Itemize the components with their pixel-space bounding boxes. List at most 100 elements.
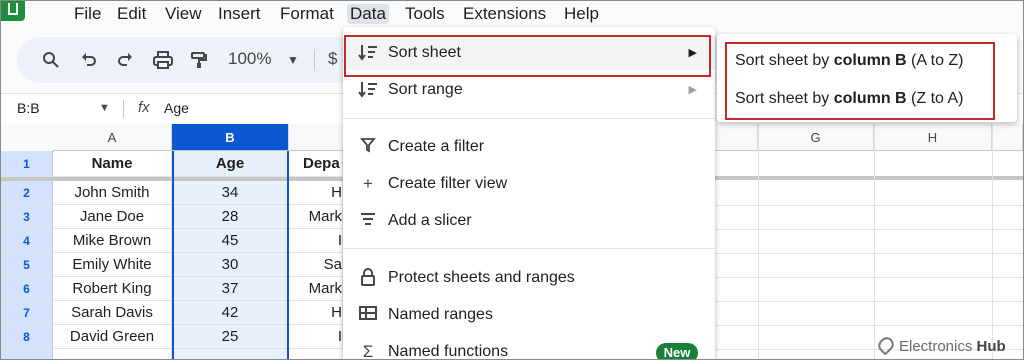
row-header[interactable]: 3 bbox=[1, 205, 53, 229]
paint-format-icon[interactable] bbox=[187, 48, 211, 72]
watermark-text-bold: Hub bbox=[976, 338, 1006, 355]
cell-age[interactable]: 34 bbox=[172, 181, 289, 205]
row-header[interactable]: 6 bbox=[1, 277, 53, 301]
named-ranges-icon bbox=[357, 305, 379, 325]
row-header[interactable]: 4 bbox=[1, 229, 53, 253]
column-header-i[interactable] bbox=[992, 124, 1023, 151]
cell-age[interactable]: 42 bbox=[172, 301, 289, 325]
column-header-c[interactable] bbox=[289, 124, 349, 151]
filter-icon bbox=[357, 137, 379, 157]
menu-item-named-ranges[interactable]: Named ranges bbox=[343, 298, 715, 332]
brand-logo-icon bbox=[875, 334, 897, 356]
menu-item-create-filter-view[interactable]: + Create filter view bbox=[343, 167, 715, 201]
currency-format-button[interactable]: $ bbox=[328, 49, 337, 69]
cell-department[interactable]: Mark bbox=[289, 205, 343, 229]
highlight-box-sort-sheet bbox=[344, 35, 711, 77]
cell-department[interactable]: I bbox=[289, 229, 343, 253]
spreadsheet-window: File Edit View Insert Format Data Tools … bbox=[0, 0, 1024, 360]
gridline bbox=[713, 253, 1023, 254]
print-icon[interactable] bbox=[151, 48, 175, 72]
lock-icon bbox=[357, 268, 379, 288]
row-header[interactable]: 5 bbox=[1, 253, 53, 277]
cell-age[interactable]: 28 bbox=[172, 205, 289, 229]
gridline bbox=[713, 277, 1023, 278]
menu-item-protect-sheets[interactable]: Protect sheets and ranges bbox=[343, 261, 715, 295]
row-header[interactable]: 2 bbox=[1, 181, 53, 205]
redo-icon[interactable] bbox=[113, 48, 137, 72]
column-header-a[interactable]: A bbox=[53, 124, 172, 151]
cell-department[interactable]: Sa bbox=[289, 253, 343, 277]
column-header-b[interactable]: B bbox=[172, 124, 289, 151]
cell-name[interactable]: Sarah Davis bbox=[53, 301, 172, 325]
header-cell-name[interactable]: Name bbox=[53, 151, 172, 177]
menu-item-create-filter[interactable]: Create a filter bbox=[343, 130, 715, 164]
search-icon[interactable] bbox=[39, 48, 63, 72]
menu-item-label: Create a filter bbox=[388, 138, 485, 155]
frozen-row-divider-right[interactable] bbox=[713, 176, 1023, 180]
menu-tools[interactable]: Tools bbox=[402, 4, 448, 24]
name-box[interactable]: B:B bbox=[17, 100, 40, 116]
menu-data[interactable]: Data bbox=[347, 4, 389, 24]
menu-extensions[interactable]: Extensions bbox=[460, 4, 549, 24]
menu-item-label: Named ranges bbox=[388, 306, 493, 323]
sort-icon bbox=[357, 80, 379, 100]
formula-input[interactable]: Age bbox=[164, 100, 189, 116]
sheets-logo-icon[interactable] bbox=[1, 1, 25, 21]
cell-name[interactable]: Robert King bbox=[53, 277, 172, 301]
select-all-corner[interactable] bbox=[1, 124, 54, 152]
toolbar-divider bbox=[314, 49, 315, 71]
cell-age[interactable]: 37 bbox=[172, 277, 289, 301]
header-cell-age[interactable]: Age bbox=[172, 151, 289, 177]
menu-view[interactable]: View bbox=[162, 4, 205, 24]
gridline bbox=[713, 301, 1023, 302]
new-badge: New bbox=[656, 343, 698, 359]
menu-divider bbox=[343, 248, 715, 249]
cell-name[interactable]: John Smith bbox=[53, 181, 172, 205]
gridline bbox=[713, 229, 1023, 230]
cell-name[interactable]: David Green bbox=[53, 325, 172, 349]
menu-edit[interactable]: Edit bbox=[114, 4, 149, 24]
menu-item-label: Add a slicer bbox=[388, 212, 472, 229]
row-header[interactable] bbox=[1, 349, 53, 359]
gridline bbox=[713, 205, 1023, 206]
menu-insert[interactable]: Insert bbox=[215, 4, 264, 24]
row-header[interactable]: 7 bbox=[1, 301, 53, 325]
gridline bbox=[713, 325, 1023, 326]
column-header-h[interactable]: H bbox=[874, 124, 992, 151]
cell-age[interactable]: 45 bbox=[172, 229, 289, 253]
row-header[interactable]: 1 bbox=[1, 151, 53, 177]
undo-icon[interactable] bbox=[77, 48, 101, 72]
menu-item-label: Named functions bbox=[388, 343, 509, 360]
menu-item-sort-range[interactable]: Sort range ▶ bbox=[343, 73, 715, 107]
formula-divider bbox=[123, 100, 124, 118]
highlight-box-sort-options bbox=[725, 42, 995, 120]
header-cell-department[interactable]: Depa bbox=[289, 151, 343, 177]
fx-icon: fx bbox=[138, 99, 150, 116]
column-header-g[interactable]: G bbox=[758, 124, 874, 151]
cell-department[interactable]: H bbox=[289, 301, 343, 325]
chevron-down-icon[interactable]: ▼ bbox=[287, 53, 299, 67]
menu-divider bbox=[343, 118, 715, 119]
row-header[interactable]: 8 bbox=[1, 325, 53, 349]
cell-age[interactable] bbox=[172, 349, 289, 359]
menu-file[interactable]: File bbox=[71, 4, 104, 24]
menu-item-label: Create filter view bbox=[388, 175, 508, 192]
cell-age[interactable]: 30 bbox=[172, 253, 289, 277]
cell-name[interactable]: Emily White bbox=[53, 253, 172, 277]
plus-icon: + bbox=[363, 174, 373, 193]
zoom-select[interactable]: 100% bbox=[228, 49, 271, 69]
cell-name[interactable]: Mike Brown bbox=[53, 229, 172, 253]
cell-age[interactable]: 25 bbox=[172, 325, 289, 349]
cell-department[interactable]: H bbox=[289, 181, 343, 205]
menu-bar: File Edit View Insert Format Data Tools … bbox=[1, 1, 1023, 27]
menu-item-add-slicer[interactable]: Add a slicer bbox=[343, 204, 715, 238]
submenu-arrow-icon: ▶ bbox=[688, 84, 697, 96]
cell-name[interactable]: Jane Doe bbox=[53, 205, 172, 229]
cell-name[interactable] bbox=[53, 349, 172, 359]
cell-department[interactable]: I bbox=[289, 325, 343, 349]
column-header-f[interactable] bbox=[713, 124, 758, 151]
chevron-down-icon[interactable]: ▼ bbox=[99, 102, 110, 114]
menu-format[interactable]: Format bbox=[277, 4, 337, 24]
menu-help[interactable]: Help bbox=[561, 4, 602, 24]
cell-department[interactable]: Mark bbox=[289, 277, 343, 301]
